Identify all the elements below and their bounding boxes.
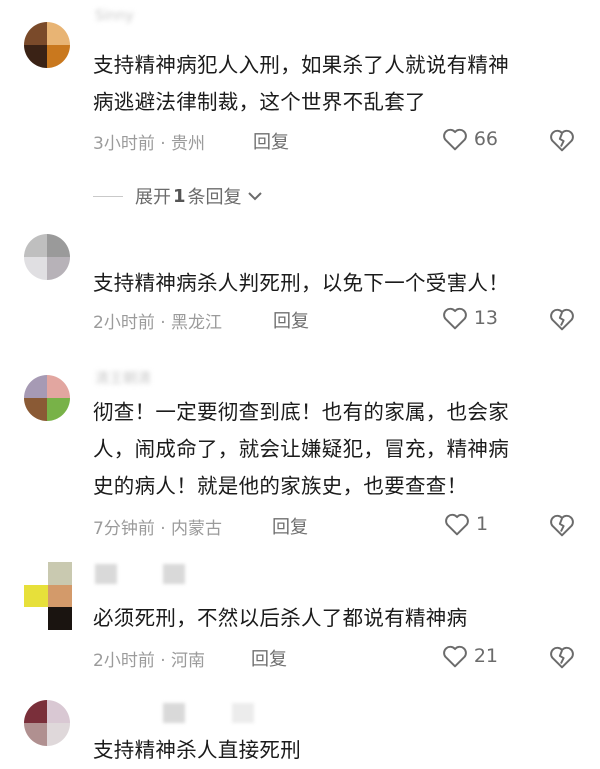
avatar-pixel (24, 257, 47, 280)
avatar-pixel (24, 562, 48, 585)
comment-meta: 2小时前 · 河南 (93, 651, 206, 671)
avatar-pixel (48, 584, 72, 608)
like-count: 66 (473, 128, 498, 150)
heart-outline-icon (442, 645, 467, 668)
username-redacted (163, 564, 185, 584)
dislike-button[interactable] (549, 307, 575, 335)
comment-text: 必须死刑，不然以后杀人了都说有精神病 (93, 600, 573, 637)
avatar-pixel (24, 234, 47, 257)
reply-button[interactable]: 回复 (251, 645, 287, 671)
comment-text-line: 史的病人！就是他的家族史，也要查查！ (93, 474, 468, 498)
reply-count: 1 (173, 185, 186, 207)
comment-text: 彻查！一定要彻查到底！也有的家属，也会家 人，闹成命了，就会让嫌疑犯，冒充，精神… (93, 394, 573, 505)
like-count: 21 (473, 645, 498, 667)
avatar-pixel (24, 375, 47, 398)
heart-outline-icon (445, 513, 469, 536)
comment-text-line: 必须死刑，不然以后杀人了都说有精神病 (93, 606, 468, 630)
avatar[interactable] (24, 375, 70, 421)
divider-line (93, 195, 123, 197)
comment-text-line: 人，闹成命了，就会让嫌疑犯，冒充，精神病 (93, 437, 509, 461)
expand-suffix: 条回复 (187, 187, 242, 208)
username-redacted (163, 703, 185, 723)
expand-replies-button[interactable]: 展开 1 条回复 (93, 183, 264, 209)
broken-heart-icon (550, 308, 574, 331)
reply-button[interactable]: 回复 (272, 513, 308, 539)
username-redacted (95, 564, 117, 584)
like-button[interactable]: 66 (442, 127, 498, 151)
avatar-pixel (47, 700, 70, 723)
comment-meta: 7分钟前 · 内蒙古 (93, 519, 223, 539)
avatar-pixel (47, 45, 70, 68)
chevron-down-icon (247, 192, 262, 201)
comment-text-line: 彻查！一定要彻查到底！也有的家属，也会家 (93, 400, 509, 424)
avatar-pixel (24, 398, 47, 421)
like-count: 13 (473, 307, 498, 329)
heart-outline-icon (442, 307, 467, 330)
avatar-pixel (47, 22, 70, 45)
avatar-pixel (24, 45, 47, 68)
avatar-pixel (24, 584, 48, 608)
expand-prefix: 展开 (135, 187, 171, 208)
avatar-pixel (24, 607, 48, 630)
dislike-button[interactable] (549, 513, 575, 541)
avatar-pixel (47, 234, 70, 257)
comment-text: 支持精神病杀人判死刑，以免下一个受害人！ (93, 265, 573, 302)
like-button[interactable]: 21 (442, 644, 498, 668)
avatar-pixel (47, 398, 70, 421)
avatar-pixel (24, 723, 47, 746)
like-button[interactable]: 13 (442, 306, 498, 330)
username[interactable]: Sinny (95, 8, 134, 26)
comment-meta: 2小时前 · 黑龙江 (93, 313, 223, 333)
avatar-pixel (48, 562, 72, 585)
avatar[interactable] (24, 700, 70, 746)
broken-heart-icon (550, 514, 574, 537)
comment-text: 支持精神病犯人入刑，如果杀了人就说有精神 病逃避法律制裁，这个世界不乱套了 (93, 47, 573, 121)
reply-button[interactable]: 回复 (273, 307, 309, 333)
avatar[interactable] (24, 22, 70, 68)
avatar[interactable] (24, 562, 72, 630)
avatar-pixel (47, 257, 70, 280)
avatar-pixel (24, 22, 47, 45)
comment-text: 支持精神杀人直接死刑 (93, 732, 573, 769)
username[interactable]: 清王朝清 (95, 368, 151, 387)
avatar-pixel (47, 723, 70, 746)
comment-text-line: 支持精神杀人直接死刑 (93, 738, 301, 762)
avatar-pixel (47, 375, 70, 398)
reply-button[interactable]: 回复 (253, 128, 289, 154)
comment-text-line: 支持精神病杀人判死刑，以免下一个受害人！ (93, 271, 509, 295)
username-redacted (232, 703, 254, 723)
avatar[interactable] (24, 234, 70, 280)
heart-outline-icon (442, 128, 467, 151)
avatar-pixel (24, 700, 47, 723)
like-count: 1 (476, 513, 489, 535)
comment-text-line: 支持精神病犯人入刑，如果杀了人就说有精神 (93, 53, 509, 77)
avatar-pixel (48, 607, 72, 630)
comment-text-line: 病逃避法律制裁，这个世界不乱套了 (93, 90, 426, 114)
like-button[interactable]: 1 (444, 512, 498, 536)
comment-meta: 3小时前 · 贵州 (93, 134, 206, 154)
broken-heart-icon (550, 129, 574, 152)
dislike-button[interactable] (549, 128, 575, 156)
broken-heart-icon (550, 646, 574, 669)
dislike-button[interactable] (549, 645, 575, 673)
